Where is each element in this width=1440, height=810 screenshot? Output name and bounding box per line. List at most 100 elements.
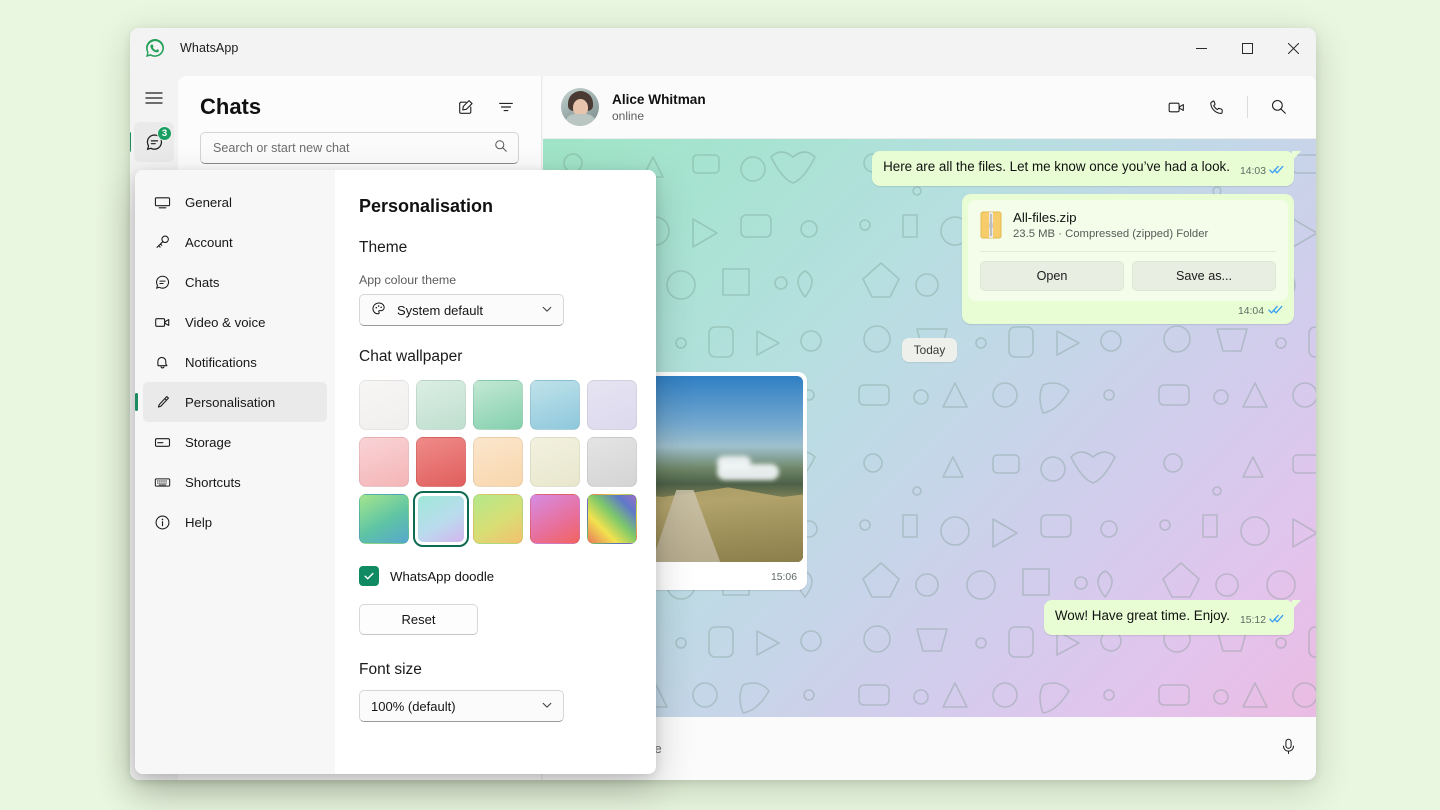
sidebar-item-label: Help — [185, 515, 212, 530]
theme-field-label: App colour theme — [359, 273, 628, 287]
compose-new-chat-icon — [457, 98, 475, 116]
message-composer: Type a message — [543, 717, 1316, 780]
conversation-header: Alice Whitman online — [543, 76, 1316, 139]
wallpaper-swatch[interactable] — [530, 380, 580, 430]
message-list: Here are all the files. Let me know once… — [543, 139, 1316, 780]
sidebar-item-general[interactable]: General — [143, 182, 327, 222]
file-message-bubble: All-files.zip 23.5 MB · Compressed (zipp… — [962, 194, 1294, 324]
voice-call-button[interactable] — [1199, 90, 1233, 124]
sidebar-item-video-voice[interactable]: Video & voice — [143, 302, 327, 342]
keyboard-icon — [153, 474, 171, 491]
message-meta: 15:12 — [1240, 613, 1284, 629]
font-size-select[interactable]: 100% (default) — [359, 690, 564, 722]
sidebar-item-shortcuts[interactable]: Shortcuts — [143, 462, 327, 502]
wallpaper-swatch[interactable] — [416, 380, 466, 430]
filter-chats-button[interactable] — [491, 92, 521, 122]
bell-icon — [153, 354, 171, 371]
read-double-check-icon — [1269, 164, 1284, 180]
sidebar-item-label: Account — [185, 235, 233, 250]
zip-folder-icon — [980, 211, 1002, 239]
file-message-meta: 14:04 — [968, 301, 1288, 320]
chevron-down-icon — [541, 303, 553, 318]
sidebar-item-label: Shortcuts — [185, 475, 241, 490]
open-file-button[interactable]: Open — [980, 261, 1124, 291]
wallpaper-swatch[interactable] — [587, 494, 637, 544]
file-meta: 23.5 MB · Compressed (zipped) Folder — [1013, 228, 1208, 240]
sidebar-item-notifications[interactable]: Notifications — [143, 342, 327, 382]
close-button[interactable] — [1270, 28, 1316, 68]
wallpaper-section-heading: Chat wallpaper — [359, 348, 628, 366]
search-in-chat-icon — [1270, 98, 1288, 116]
window-controls — [1178, 28, 1316, 68]
wallpaper-swatch[interactable] — [359, 494, 409, 544]
hamburger-menu-icon — [145, 89, 163, 107]
search-placeholder: Search or start new chat — [213, 141, 350, 155]
file-card: All-files.zip 23.5 MB · Compressed (zipp… — [968, 200, 1288, 301]
message-bubble: Here are all the files. Let me know once… — [872, 151, 1294, 186]
contact-status: online — [612, 109, 706, 123]
rail-item-chats[interactable]: 3 — [134, 122, 174, 162]
sidebar-item-account[interactable]: Account — [143, 222, 327, 262]
wallpaper-swatch[interactable] — [473, 437, 523, 487]
chats-pane-title: Chats — [200, 94, 261, 120]
search-input[interactable]: Search or start new chat — [200, 132, 519, 164]
message-text: Here are all the files. Let me know once… — [883, 159, 1230, 174]
contact-name: Alice Whitman — [612, 92, 706, 107]
wallpaper-swatch[interactable] — [473, 380, 523, 430]
sidebar-item-personalisation[interactable]: Personalisation — [143, 382, 327, 422]
new-chat-button[interactable] — [451, 92, 481, 122]
contact-avatar[interactable] — [561, 88, 599, 126]
settings-nav: General Account Chats Video & voice Noti — [135, 170, 335, 774]
window-title: WhatsApp — [180, 41, 238, 55]
wallpaper-swatch[interactable] — [359, 380, 409, 430]
reset-button[interactable]: Reset — [359, 604, 478, 635]
video-call-button[interactable] — [1159, 90, 1193, 124]
doodle-checkbox[interactable] — [359, 566, 379, 586]
info-circle-icon — [153, 514, 171, 531]
file-name: All-files.zip — [1013, 210, 1208, 225]
settings-flyout: General Account Chats Video & voice Noti — [135, 170, 656, 774]
whatsapp-doodle-row[interactable]: WhatsApp doodle — [359, 566, 628, 586]
sidebar-item-label: General — [185, 195, 232, 210]
video-call-icon — [1167, 98, 1186, 117]
filter-icon — [497, 98, 515, 116]
day-divider: Today — [902, 338, 957, 362]
font-size-value: 100% (default) — [371, 699, 456, 714]
read-double-check-icon — [1269, 613, 1284, 629]
chats-unread-badge: 3 — [157, 126, 172, 141]
search-in-chat-button[interactable] — [1262, 90, 1296, 124]
wallpaper-swatch[interactable] — [473, 494, 523, 544]
theme-value: System default — [397, 303, 483, 318]
title-bar: WhatsApp — [130, 28, 1316, 68]
sidebar-item-help[interactable]: Help — [143, 502, 327, 542]
message-time: 14:03 — [1240, 165, 1266, 179]
wallpaper-swatch-grid — [359, 380, 628, 544]
save-as-button[interactable]: Save as... — [1132, 261, 1276, 291]
app-colour-theme-select[interactable]: System default — [359, 294, 564, 326]
sidebar-item-label: Video & voice — [185, 315, 265, 330]
message-meta: 14:03 — [1240, 164, 1284, 180]
wallpaper-swatch[interactable] — [587, 380, 637, 430]
minimize-button[interactable] — [1178, 28, 1224, 68]
sidebar-item-label: Notifications — [185, 355, 257, 370]
wallpaper-swatch[interactable] — [359, 437, 409, 487]
voice-call-icon — [1207, 98, 1226, 117]
message-time: 15:06 — [771, 572, 797, 583]
font-size-section-heading: Font size — [359, 661, 628, 679]
chevron-down-icon — [541, 699, 553, 714]
chats-header: Chats — [178, 76, 541, 128]
hamburger-menu-button[interactable] — [134, 78, 174, 118]
message-time: 14:04 — [1238, 306, 1264, 317]
theme-section-heading: Theme — [359, 239, 628, 257]
wallpaper-swatch[interactable] — [530, 494, 580, 544]
settings-content: Personalisation Theme App colour theme S… — [335, 170, 656, 774]
sidebar-item-storage[interactable]: Storage — [143, 422, 327, 462]
wallpaper-swatch[interactable] — [416, 494, 466, 544]
wallpaper-swatch[interactable] — [530, 437, 580, 487]
sidebar-item-chats[interactable]: Chats — [143, 262, 327, 302]
wallpaper-swatch[interactable] — [587, 437, 637, 487]
maximize-button[interactable] — [1224, 28, 1270, 68]
palette-icon — [371, 301, 387, 320]
microphone-button[interactable] — [1279, 737, 1298, 761]
wallpaper-swatch[interactable] — [416, 437, 466, 487]
